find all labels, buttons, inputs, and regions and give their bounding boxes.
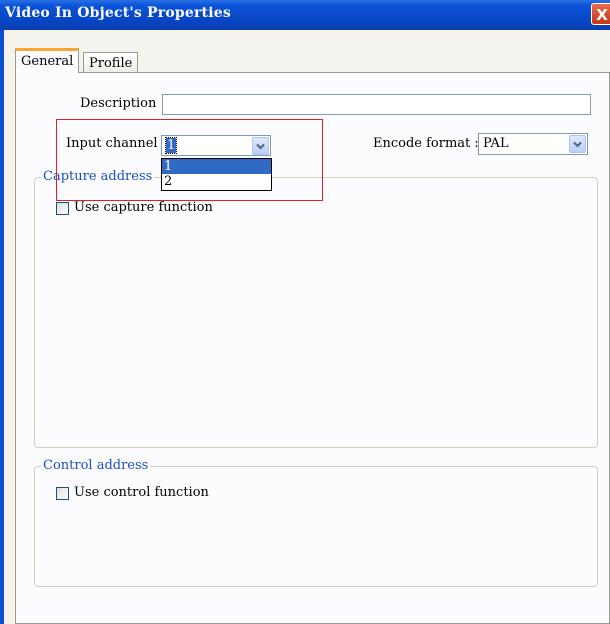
control-address-legend: Control address [41,458,151,473]
description-field[interactable] [162,94,591,115]
capture-address-legend: Capture address [41,169,155,184]
title-bar[interactable]: Video In Object's Properties X [0,0,610,31]
tab-profile-label: Profile [89,56,133,71]
encode-format-dropdown-button[interactable] [569,135,586,153]
encode-format-select[interactable]: PAL [478,133,588,155]
checkbox-icon[interactable] [56,487,69,500]
chevron-down-icon [256,143,265,150]
chevron-down-icon [573,141,582,148]
close-button[interactable]: X [591,3,610,25]
description-label: Description : [80,96,165,111]
input-channel-value: 1 [164,137,178,154]
use-capture-label: Use capture function [74,200,213,215]
input-channel-option[interactable]: 2 [162,174,271,189]
window-title: Video In Object's Properties [5,5,231,21]
input-channel-dropdown-list: 1 2 [161,158,272,191]
tab-profile[interactable]: Profile [83,52,139,74]
encode-format-value: PAL [483,136,509,151]
capture-address-group: Capture address [34,169,598,448]
input-channel-select[interactable]: 1 [161,135,271,156]
encode-format-label: Encode format : [373,136,479,151]
checkbox-icon[interactable] [56,202,69,215]
close-icon: X [596,6,608,24]
tab-general-label: General [21,54,74,69]
tab-general[interactable]: General [15,48,80,73]
input-channel-option[interactable]: 1 [162,159,271,174]
input-channel-label: Input channel : [66,136,167,151]
use-control-label: Use control function [74,485,209,500]
input-channel-dropdown-button[interactable] [252,137,269,155]
